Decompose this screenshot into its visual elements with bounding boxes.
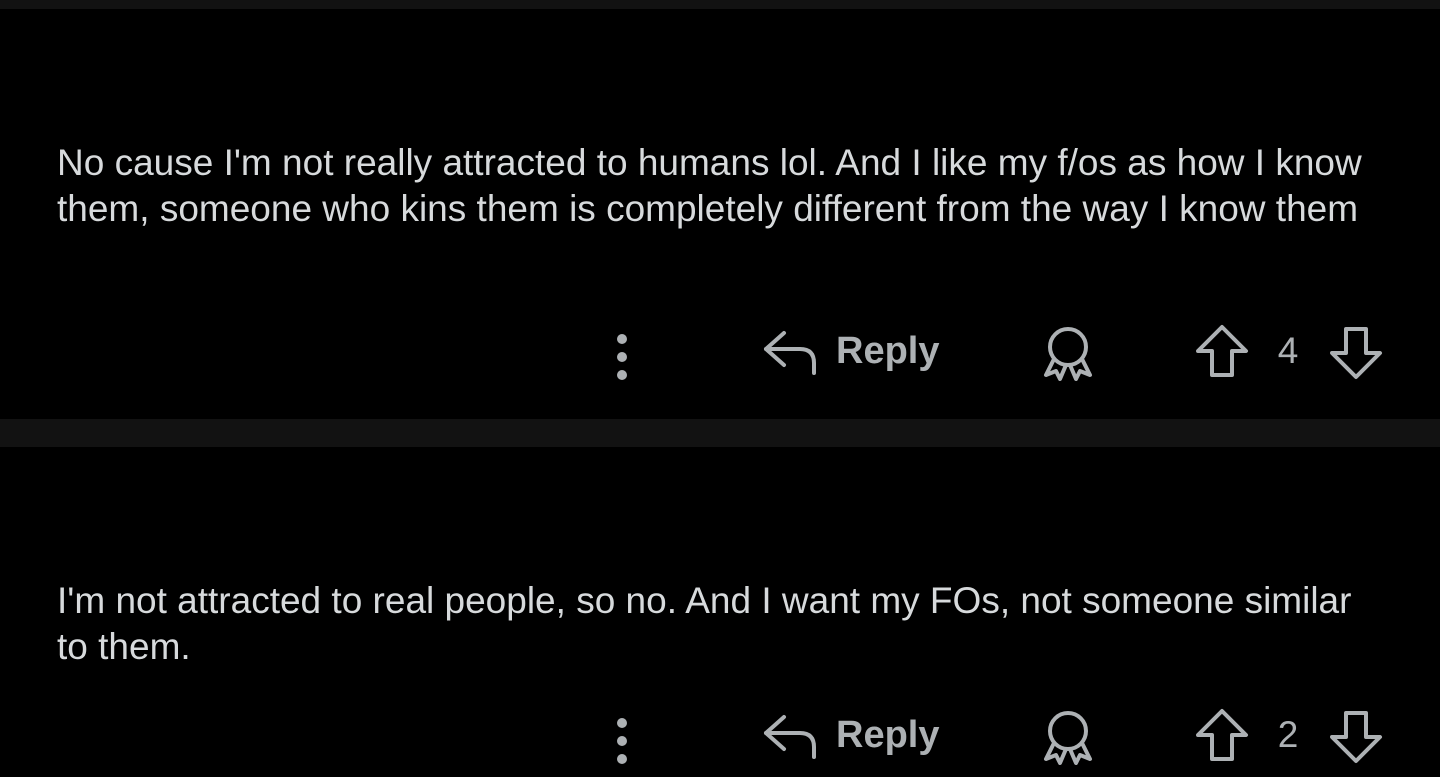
more-options-icon bbox=[617, 718, 627, 764]
downvote-icon bbox=[1330, 711, 1382, 763]
more-options-icon bbox=[617, 334, 627, 380]
more-options-button[interactable] bbox=[608, 717, 636, 765]
upvote-icon bbox=[1196, 325, 1248, 377]
reply-arrow-icon bbox=[764, 715, 816, 759]
vote-count: 4 bbox=[1277, 330, 1299, 371]
downvote-button[interactable] bbox=[1328, 709, 1384, 765]
more-options-button[interactable] bbox=[608, 333, 636, 381]
reply-arrow-icon bbox=[764, 331, 816, 375]
upvote-icon bbox=[1196, 709, 1248, 761]
comment-body: No cause I'm not really attracted to hum… bbox=[57, 142, 1373, 229]
award-button[interactable] bbox=[1040, 325, 1096, 381]
upvote-button[interactable] bbox=[1194, 707, 1250, 763]
reply-button[interactable]: Reply bbox=[762, 327, 939, 375]
comment-divider bbox=[0, 419, 1440, 447]
reply-label: Reply bbox=[836, 713, 940, 756]
award-icon bbox=[1044, 711, 1092, 765]
award-icon bbox=[1044, 327, 1092, 381]
vote-count: 2 bbox=[1277, 714, 1299, 755]
comment-2: I'm not attracted to real people, so no.… bbox=[0, 447, 1440, 777]
reply-label: Reply bbox=[836, 329, 940, 372]
downvote-button[interactable] bbox=[1328, 325, 1384, 381]
reply-button[interactable]: Reply bbox=[762, 711, 939, 759]
top-divider bbox=[0, 0, 1440, 9]
award-button[interactable] bbox=[1040, 709, 1096, 765]
comment-1: No cause I'm not really attracted to hum… bbox=[0, 9, 1440, 419]
upvote-button[interactable] bbox=[1194, 323, 1250, 379]
comment-body: I'm not attracted to real people, so no.… bbox=[57, 580, 1362, 667]
downvote-icon bbox=[1330, 327, 1382, 379]
